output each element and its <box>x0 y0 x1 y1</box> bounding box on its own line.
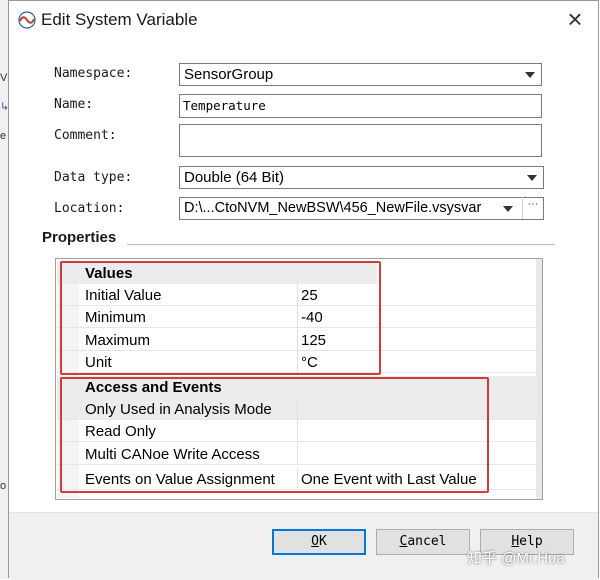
column-divider <box>297 351 298 373</box>
ok-button[interactable]: OK <box>272 529 366 555</box>
column-divider <box>297 306 298 328</box>
property-row[interactable]: Minimum -40 <box>57 306 537 328</box>
property-name: Unit <box>85 354 112 371</box>
window-title: Edit System Variable <box>41 10 198 29</box>
datatype-select[interactable]: Double (64 Bit) <box>179 166 544 189</box>
property-row[interactable]: Initial Value 25 <box>57 284 537 306</box>
close-button[interactable]: × <box>562 4 588 34</box>
name-label: Name: <box>54 97 94 112</box>
namespace-label: Namespace: <box>54 66 133 81</box>
column-divider <box>297 468 298 490</box>
property-value[interactable]: One Event with Last Value <box>301 471 477 488</box>
property-name: Maximum <box>85 332 151 349</box>
close-icon: × <box>567 4 583 34</box>
title-bar[interactable]: Edit System Variable × <box>9 1 598 39</box>
browse-location-button[interactable]: ··· <box>522 197 543 219</box>
property-row[interactable]: Maximum 125 <box>57 329 537 351</box>
namespace-select[interactable]: SensorGroup <box>179 63 542 86</box>
watermark: 知乎 @Mr.Hua <box>467 550 565 567</box>
property-name: Read Only <box>85 423 156 440</box>
namespace-value: SensorGroup <box>184 66 274 83</box>
datatype-value: Double (64 Bit) <box>184 169 285 186</box>
group-title: Values <box>85 265 133 282</box>
property-value[interactable]: -40 <box>301 309 323 326</box>
property-row[interactable]: Multi CANoe Write Access <box>57 443 537 465</box>
canoe-wave-icon <box>18 11 36 29</box>
location-label: Location: <box>54 201 125 216</box>
background-glyph: o <box>0 480 7 492</box>
column-divider <box>297 398 298 420</box>
chevron-down-icon <box>525 72 535 78</box>
property-name: Initial Value <box>85 287 162 304</box>
location-value: D:\...CtoNVM_NewBSW\456_NewFile.vsysvar <box>184 200 482 216</box>
property-value[interactable]: 25 <box>301 287 318 304</box>
group-title: Access and Events <box>85 379 222 396</box>
property-row[interactable]: Events on Value Assignment One Event wit… <box>57 468 537 490</box>
datatype-label: Data type: <box>54 170 133 185</box>
section-divider <box>127 244 555 245</box>
edit-system-variable-dialog: Edit System Variable × Namespace: Sensor… <box>8 0 599 580</box>
property-row[interactable]: Only Used in Analysis Mode <box>57 398 537 420</box>
column-divider <box>297 329 298 351</box>
column-divider <box>297 420 298 442</box>
property-value[interactable]: 125 <box>301 332 326 349</box>
property-row[interactable]: Unit °C <box>57 351 537 373</box>
background-glyph: V <box>0 72 8 84</box>
property-name: Events on Value Assignment <box>85 471 275 488</box>
column-divider <box>297 284 298 306</box>
comment-field[interactable] <box>179 124 542 157</box>
group-header-values[interactable]: Values <box>57 262 377 284</box>
group-header-access-events[interactable]: Access and Events <box>57 376 537 398</box>
name-field[interactable]: Temperature <box>179 94 542 118</box>
column-divider <box>297 443 298 465</box>
properties-grid[interactable]: Values Initial Value 25 Minimum -40 Maxi… <box>55 258 543 500</box>
location-select[interactable]: D:\...CtoNVM_NewBSW\456_NewFile.vsysvar <box>179 197 544 220</box>
button-bar: OK Cancel Help <box>9 512 598 580</box>
properties-title: Properties <box>42 229 117 246</box>
name-value: Temperature <box>183 98 266 113</box>
background-glyph: e <box>0 130 7 142</box>
property-value[interactable]: °C <box>301 354 318 371</box>
property-name: Multi CANoe Write Access <box>85 446 260 463</box>
comment-label: Comment: <box>54 128 117 143</box>
chevron-down-icon <box>503 206 513 212</box>
property-row[interactable]: Read Only <box>57 420 537 442</box>
property-name: Only Used in Analysis Mode <box>85 401 272 418</box>
chevron-down-icon <box>527 175 537 181</box>
cancel-button[interactable]: Cancel <box>376 529 470 555</box>
property-name: Minimum <box>85 309 146 326</box>
